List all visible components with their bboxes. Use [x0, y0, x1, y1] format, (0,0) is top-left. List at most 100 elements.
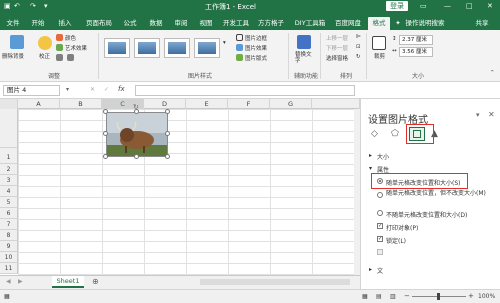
page-layout-view-icon[interactable]: ▤: [376, 293, 382, 300]
save-icon[interactable]: ▣: [4, 2, 11, 10]
effects-icon[interactable]: ⬠: [391, 129, 399, 139]
label-dont-move-size[interactable]: 不随单元格改变位置和大小(D): [386, 210, 467, 219]
align-icon[interactable]: ⊫: [356, 34, 361, 40]
fill-line-icon[interactable]: ◇: [371, 129, 378, 139]
row-header[interactable]: 7: [0, 219, 18, 230]
tab-file[interactable]: 文件: [3, 17, 23, 30]
change-picture-icon[interactable]: [67, 54, 74, 61]
page-break-view-icon[interactable]: ▥: [390, 293, 396, 300]
zoom-in-icon[interactable]: +: [468, 292, 474, 300]
radio-move-no-size[interactable]: [377, 192, 383, 198]
expand-text-icon[interactable]: ▸: [369, 266, 372, 273]
tab-home[interactable]: 开始: [28, 17, 48, 30]
color-button[interactable]: 颜色: [65, 34, 76, 42]
undo-icon[interactable]: ↶: [14, 2, 20, 10]
crop-button[interactable]: 裁剪: [374, 52, 385, 60]
picture-style-3[interactable]: [164, 38, 190, 58]
color-icon[interactable]: [56, 34, 63, 41]
row-header[interactable]: 3: [0, 175, 18, 186]
resize-handle-e[interactable]: [165, 131, 170, 136]
close-icon[interactable]: ✕: [487, 2, 493, 10]
radio-dont-move-size[interactable]: [377, 210, 383, 216]
column-header[interactable]: D: [144, 99, 186, 109]
rotate-icon[interactable]: ↻: [356, 54, 361, 60]
row-header[interactable]: 10: [0, 252, 18, 263]
rotate-handle-icon[interactable]: ↻: [133, 103, 139, 111]
crop-icon[interactable]: [372, 36, 386, 50]
corrections-button[interactable]: 校正: [39, 52, 50, 60]
checkbox-print-object[interactable]: ✓: [377, 223, 383, 229]
label-locked[interactable]: 锁定(L): [386, 236, 406, 245]
customize-quick-access-icon[interactable]: ▾: [44, 2, 48, 10]
resize-handle-nw[interactable]: [103, 109, 108, 114]
ribbon-options-icon[interactable]: ▭: [420, 2, 427, 10]
tab-review[interactable]: 审阅: [171, 17, 191, 30]
label-print-object[interactable]: 打印对象(P): [386, 223, 418, 232]
label-move-no-size[interactable]: 随单元格改变位置，但不改变大小(M): [386, 190, 490, 197]
row-header[interactable]: 5: [0, 197, 18, 208]
horizontal-scrollbar[interactable]: [200, 279, 350, 285]
sheet-tab-sheet1[interactable]: Sheet1: [52, 276, 84, 288]
pane-options-icon[interactable]: ▾: [476, 111, 480, 119]
section-text[interactable]: 文: [377, 266, 383, 275]
alt-text-icon[interactable]: [297, 35, 311, 49]
tab-page-layout[interactable]: 页面布局: [84, 17, 114, 30]
resize-handle-w[interactable]: [103, 131, 108, 136]
inserted-picture[interactable]: [106, 112, 168, 157]
picture-effects-button[interactable]: 图片效果: [245, 44, 267, 52]
remove-background-icon[interactable]: [10, 35, 24, 49]
new-sheet-icon[interactable]: ⊕: [92, 277, 99, 286]
column-header[interactable]: F: [228, 99, 270, 109]
tell-me-search[interactable]: 操作说明搜索: [402, 17, 448, 30]
checkbox-lock-text[interactable]: [377, 249, 383, 255]
gallery-more-icon[interactable]: ▾: [223, 40, 226, 46]
collapse-ribbon-icon[interactable]: ⌃: [490, 70, 495, 76]
send-backward-button[interactable]: 下移一层: [326, 44, 348, 52]
name-box-dropdown-icon[interactable]: ▾: [66, 86, 69, 93]
name-box[interactable]: 图片 4: [3, 85, 60, 96]
checkbox-locked[interactable]: ✓: [377, 236, 383, 242]
row-header-row1-top[interactable]: [0, 109, 18, 148]
column-header[interactable]: B: [60, 99, 102, 109]
resize-handle-s[interactable]: [134, 154, 139, 159]
tab-developer[interactable]: 开发工具: [221, 17, 251, 30]
picture-style-1[interactable]: [104, 38, 130, 58]
select-all-corner[interactable]: [0, 99, 18, 109]
radio-move-and-size[interactable]: [377, 178, 383, 184]
corrections-icon[interactable]: [38, 36, 52, 50]
row-header[interactable]: 2: [0, 164, 18, 175]
label-move-and-size[interactable]: 随单元格改变位置和大小(S): [386, 178, 461, 187]
row-header[interactable]: 1: [0, 148, 18, 164]
bring-forward-button[interactable]: 上移一层: [326, 34, 348, 42]
selection-pane-button[interactable]: 选择窗格: [326, 54, 348, 62]
column-header-blank[interactable]: [312, 99, 360, 109]
row-header[interactable]: 8: [0, 230, 18, 241]
remove-background-button[interactable]: 删除背景: [2, 52, 24, 60]
row-header[interactable]: 4: [0, 186, 18, 197]
tab-view[interactable]: 视图: [196, 17, 216, 30]
tab-format[interactable]: 格式: [368, 17, 390, 30]
tab-insert[interactable]: 插入: [55, 17, 75, 30]
resize-handle-sw[interactable]: [103, 154, 108, 159]
row-header[interactable]: 11: [0, 263, 18, 274]
picture-style-4[interactable]: [194, 38, 220, 58]
macro-record-icon[interactable]: ▦: [4, 293, 10, 300]
normal-view-icon[interactable]: ▦: [362, 293, 368, 300]
tab-data[interactable]: 数据: [146, 17, 166, 30]
insert-function-icon[interactable]: fx: [118, 85, 125, 93]
column-header[interactable]: A: [18, 99, 60, 109]
section-size[interactable]: 大小: [377, 152, 389, 161]
tab-fangfanggezi[interactable]: 方方格子: [256, 17, 286, 30]
tab-formulas[interactable]: 公式: [120, 17, 140, 30]
resize-handle-se[interactable]: [165, 154, 170, 159]
zoom-level[interactable]: 100%: [478, 293, 495, 300]
row-header[interactable]: 6: [0, 208, 18, 219]
redo-icon[interactable]: ↷: [30, 2, 36, 10]
worksheet-cells[interactable]: [18, 109, 354, 275]
picture-layout-button[interactable]: 图片版式: [245, 54, 267, 62]
formula-input[interactable]: [135, 85, 355, 96]
enter-icon[interactable]: ✓: [104, 86, 109, 93]
minimize-icon[interactable]: —: [444, 2, 451, 10]
scroll-sheets-right-icon[interactable]: ▶: [18, 278, 23, 285]
login-button[interactable]: 登录: [386, 1, 408, 11]
